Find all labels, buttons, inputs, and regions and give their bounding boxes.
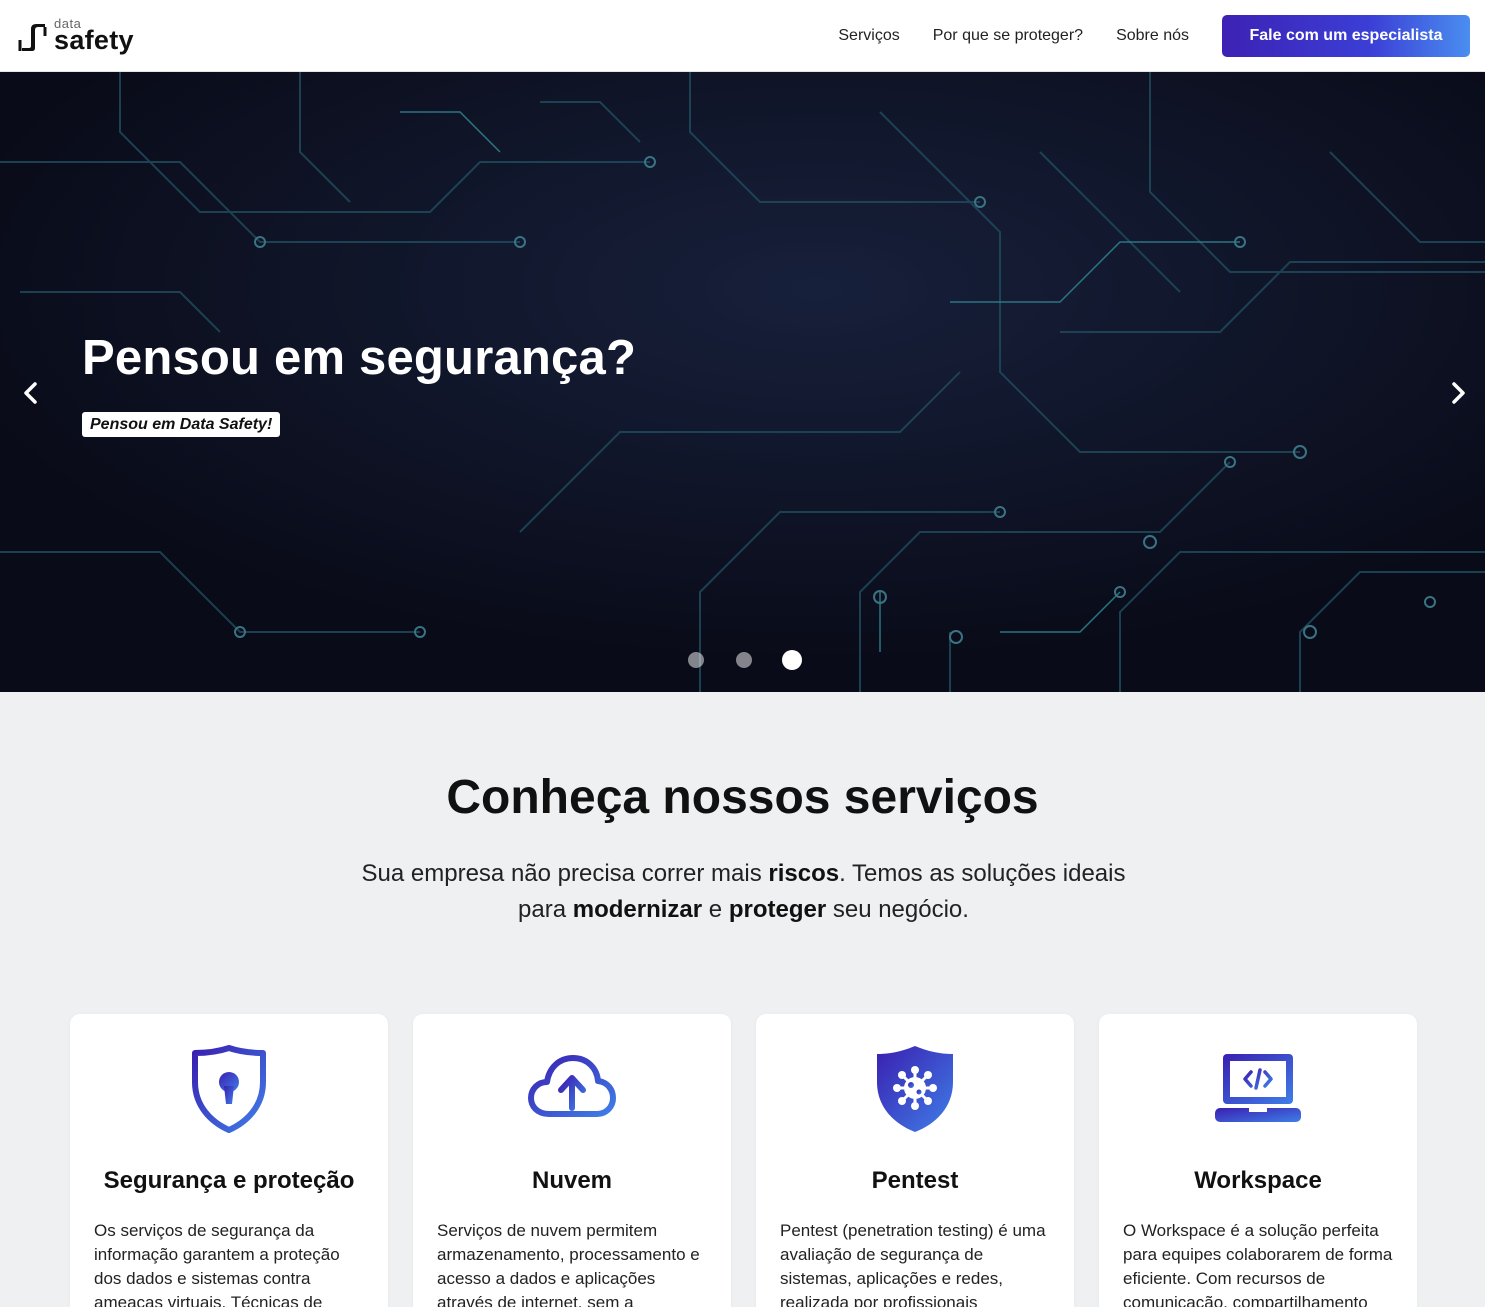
service-card-workspace[interactable]: Workspace O Workspace é a solução perfei… [1099,1014,1417,1307]
carousel-prev-icon[interactable] [16,378,46,408]
nav-link-por-que-se-proteger[interactable]: Por que se proteger? [933,27,1083,45]
logo[interactable]: data safety [18,14,134,54]
service-card-title: Workspace [1194,1167,1322,1194]
service-card-seguranca[interactable]: Segurança e proteção Os serviços de segu… [70,1014,388,1307]
service-card-title: Nuvem [531,1167,613,1194]
cloud-upload-icon [528,1055,616,1117]
service-card-title: Pentest [871,1167,959,1194]
logo-small-text: data [54,16,82,31]
main-nav: Serviços Por que se proteger? Sobre nós … [838,0,1485,72]
service-card-nuvem[interactable]: Nuvem Serviços de nuvem permitem armazen… [413,1014,731,1307]
laptop-code-icon [1215,1054,1301,1122]
shield-virus-icon [877,1046,953,1132]
contact-specialist-button[interactable]: Fale com um especialista [1222,15,1470,57]
carousel-dot-1[interactable] [688,652,704,668]
services-subtitle: Sua empresa não precisa correr mais risc… [361,860,1126,923]
service-card-pentest[interactable]: Pentest Pentest (penetration testing) é … [756,1014,1074,1307]
site-header: data safety Serviços Por que se proteger… [0,0,1485,72]
carousel-next-icon[interactable] [1443,378,1473,408]
nav-link-sobre-nos[interactable]: Sobre nós [1116,27,1189,45]
shield-keyhole-icon [192,1045,266,1133]
carousel-indicators [0,650,1485,670]
logo-mark-icon [18,24,47,51]
services-heading: Conheça nossos serviços [446,771,1039,824]
hero-tagline: Pensou em Data Safety! [82,412,281,437]
hero-title: Pensou em segurança? [82,331,637,385]
service-card-text: O Workspace é a solução perfeita para eq… [1123,1221,1393,1307]
carousel-dot-2[interactable] [736,652,752,668]
service-card-text: Pentest (penetration testing) é uma aval… [780,1221,1046,1307]
service-card-title: Segurança e proteção [103,1167,355,1194]
carousel-dot-3[interactable] [782,650,802,670]
service-card-text: Serviços de nuvem permitem armazenamento… [437,1221,700,1307]
service-card-text: Os serviços de segurança da informação g… [94,1221,340,1307]
nav-link-servicos[interactable]: Serviços [838,27,899,45]
hero-carousel: Pensou em segurança? Pensou em Data Safe… [0,72,1485,692]
